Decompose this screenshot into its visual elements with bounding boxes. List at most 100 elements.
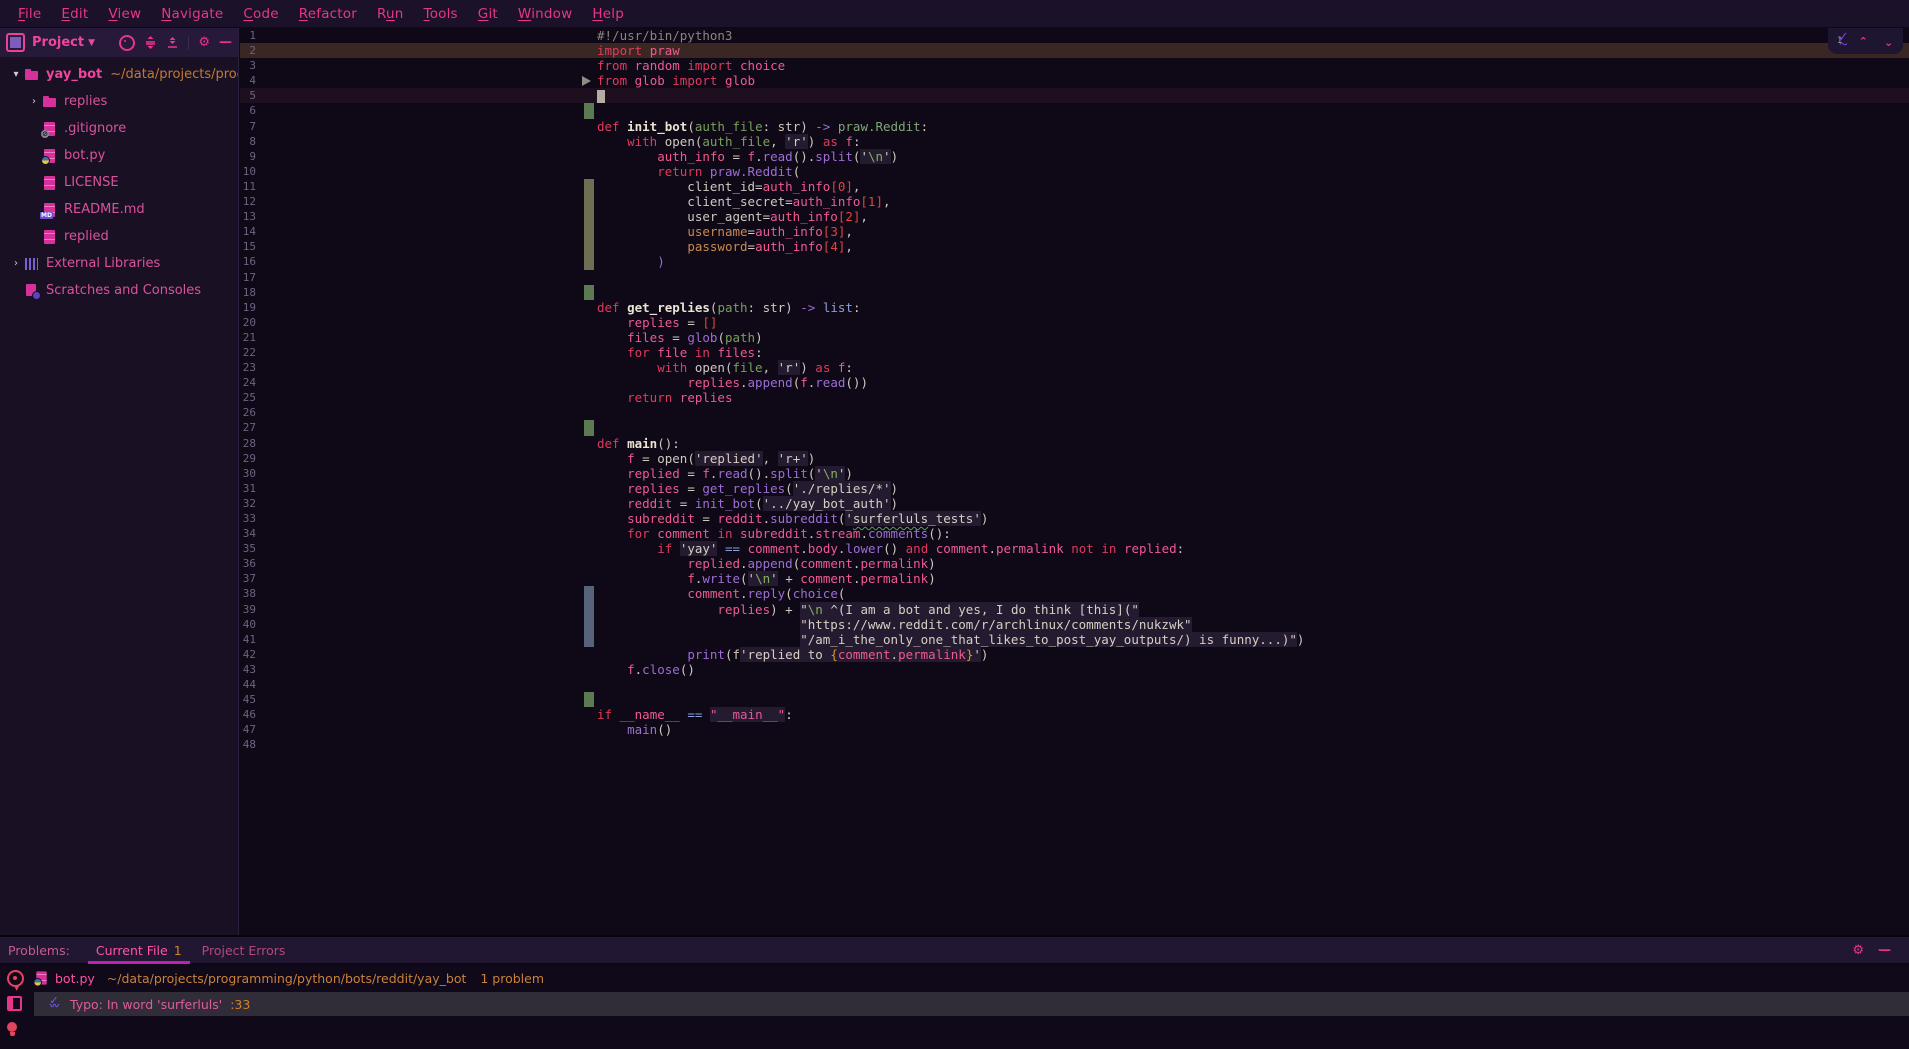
hide-panel-icon[interactable]: —	[1878, 944, 1891, 957]
code-line-33[interactable]: 33 subreddit = reddit.subreddit('surferl…	[240, 511, 1909, 526]
problem-row-selected[interactable]: ✓〰 Typo: In word 'surferluls' :33	[34, 992, 1909, 1016]
vcs-change-bar[interactable]	[584, 285, 594, 300]
code-line-7[interactable]: 7def init_bot(auth_file: str) -> praw.Re…	[240, 119, 1909, 134]
expand-all-icon[interactable]	[144, 36, 157, 49]
hide-panel-icon[interactable]: —	[219, 36, 232, 49]
menu-item-window[interactable]: Window	[508, 6, 582, 22]
code-line-36[interactable]: 36 replied.append(comment.permalink)	[240, 556, 1909, 571]
tree-item-external-libraries[interactable]: ›External Libraries	[0, 250, 238, 277]
preview-panel-icon[interactable]	[7, 996, 22, 1011]
code-line-46[interactable]: 46if __name__ == "__main__":	[240, 707, 1909, 722]
run-marker-icon[interactable]	[582, 76, 591, 86]
quick-fix-bulb-icon[interactable]	[7, 1022, 17, 1032]
code-line-40[interactable]: 40 "https://www.reddit.com/r/archlinux/c…	[240, 617, 1909, 632]
code-line-4[interactable]: 4from glob import glob	[240, 73, 1909, 88]
vcs-change-bar[interactable]	[584, 602, 594, 617]
code-line-17[interactable]: 17	[240, 270, 1909, 285]
code-line-45[interactable]: 45	[240, 692, 1909, 707]
code-line-25[interactable]: 25 return replies	[240, 390, 1909, 405]
chevron-down-icon[interactable]: ▾	[8, 69, 24, 80]
code-line-9[interactable]: 9 auth_info = f.read().split('\n')	[240, 149, 1909, 164]
menu-item-run[interactable]: Run	[367, 6, 414, 22]
code-line-12[interactable]: 12 client_secret=auth_info[1],	[240, 194, 1909, 209]
code-line-37[interactable]: 37 f.write('\n' + comment.permalink)	[240, 571, 1909, 586]
code-line-20[interactable]: 20 replies = []	[240, 315, 1909, 330]
code-line-29[interactable]: 29 f = open('replied', 'r+')	[240, 451, 1909, 466]
locate-file-icon[interactable]	[119, 35, 135, 51]
tree-item-license[interactable]: LICENSE	[0, 169, 238, 196]
vcs-change-bar[interactable]	[584, 420, 594, 435]
code-line-42[interactable]: 42 print(f'replied to {comment.permalink…	[240, 647, 1909, 662]
menu-item-file[interactable]: File	[8, 6, 51, 22]
code-line-32[interactable]: 32 reddit = init_bot('../yay_bot_auth')	[240, 496, 1909, 511]
tree-item-scratches-and-consoles[interactable]: Scratches and Consoles	[0, 277, 238, 304]
vcs-change-bar[interactable]	[584, 239, 594, 254]
code-editor[interactable]: 1#!/usr/bin/python32import praw3from ran…	[240, 28, 1909, 935]
code-line-41[interactable]: 41 "/am_i_the_only_one_that_likes_to_pos…	[240, 632, 1909, 647]
code-line-16[interactable]: 16 )	[240, 254, 1909, 269]
code-line-39[interactable]: 39 replies) + "\n ^(I am a bot and yes, …	[240, 602, 1909, 617]
code-line-11[interactable]: 11 client_id=auth_info[0],	[240, 179, 1909, 194]
problem-file-group[interactable]: bot.py ~/data/projects/programming/pytho…	[34, 966, 544, 990]
vcs-change-bar[interactable]	[584, 586, 594, 601]
settings-gear-icon[interactable]: ⚙	[198, 36, 210, 49]
menu-item-navigate[interactable]: Navigate	[151, 6, 233, 22]
code-line-1[interactable]: 1#!/usr/bin/python3	[240, 28, 1909, 43]
code-line-3[interactable]: 3from random import choice	[240, 58, 1909, 73]
menu-item-edit[interactable]: Edit	[51, 6, 98, 22]
menu-item-git[interactable]: Git	[468, 6, 508, 22]
code-line-13[interactable]: 13 user_agent=auth_info[2],	[240, 209, 1909, 224]
code-line-27[interactable]: 27	[240, 420, 1909, 435]
tree-item-bot-py[interactable]: bot.py	[0, 142, 238, 169]
vcs-change-bar[interactable]	[584, 254, 594, 269]
code-line-44[interactable]: 44	[240, 677, 1909, 692]
vcs-change-bar[interactable]	[584, 224, 594, 239]
menu-item-tools[interactable]: Tools	[414, 6, 468, 22]
code-line-48[interactable]: 48	[240, 737, 1909, 752]
tab-project-errors[interactable]: Project Errors	[192, 937, 296, 964]
code-line-14[interactable]: 14 username=auth_info[3],	[240, 224, 1909, 239]
code-line-26[interactable]: 26	[240, 405, 1909, 420]
tab-current-file[interactable]: Current File1	[86, 937, 192, 964]
prev-problem-icon[interactable]: ⌃	[1859, 35, 1868, 48]
code-line-8[interactable]: 8 with open(auth_file, 'r') as f:	[240, 134, 1909, 149]
chevron-right-icon[interactable]: ›	[8, 258, 24, 269]
code-line-28[interactable]: 28def main():	[240, 436, 1909, 451]
code-line-34[interactable]: 34 for comment in subreddit.stream.comme…	[240, 526, 1909, 541]
code-line-6[interactable]: 6	[240, 103, 1909, 118]
vcs-change-bar[interactable]	[584, 632, 594, 647]
code-line-22[interactable]: 22 for file in files:	[240, 345, 1909, 360]
vcs-change-bar[interactable]	[584, 103, 594, 118]
tree-item-readme-md[interactable]: MDREADME.md	[0, 196, 238, 223]
vcs-change-bar[interactable]	[584, 179, 594, 194]
tree-item-yay-bot[interactable]: ▾yay_bot~/data/projects/progr	[0, 61, 238, 88]
collapse-all-icon[interactable]	[166, 36, 179, 49]
vcs-change-bar[interactable]	[584, 617, 594, 632]
code-line-35[interactable]: 35 if 'yay' == comment.body.lower() and …	[240, 541, 1909, 556]
menu-item-code[interactable]: Code	[233, 6, 288, 22]
menu-item-view[interactable]: View	[98, 6, 151, 22]
code-line-23[interactable]: 23 with open(file, 'r') as f:	[240, 360, 1909, 375]
chevron-right-icon[interactable]: ›	[26, 96, 42, 107]
code-line-31[interactable]: 31 replies = get_replies('./replies/*')	[240, 481, 1909, 496]
code-line-38[interactable]: 38 comment.reply(choice(	[240, 586, 1909, 601]
code-line-2[interactable]: 2import praw	[240, 43, 1909, 58]
tree-item-gitignore[interactable]: ⊘.gitignore	[0, 115, 238, 142]
vcs-change-bar[interactable]	[584, 194, 594, 209]
code-line-10[interactable]: 10 return praw.Reddit(	[240, 164, 1909, 179]
code-line-21[interactable]: 21 files = glob(path)	[240, 330, 1909, 345]
code-line-24[interactable]: 24 replies.append(f.read())	[240, 375, 1909, 390]
code-line-47[interactable]: 47 main()	[240, 722, 1909, 737]
code-line-5[interactable]: 5	[240, 88, 1909, 103]
next-problem-icon[interactable]: ⌃	[1884, 35, 1893, 48]
settings-gear-icon[interactable]: ⚙	[1852, 944, 1864, 957]
vcs-change-bar[interactable]	[584, 692, 594, 707]
menu-item-help[interactable]: Help	[582, 6, 634, 22]
code-line-18[interactable]: 18	[240, 285, 1909, 300]
vcs-change-bar[interactable]	[584, 209, 594, 224]
code-line-15[interactable]: 15 password=auth_info[4],	[240, 239, 1909, 254]
tree-item-replies[interactable]: ›replies	[0, 88, 238, 115]
inspections-widget[interactable]: ✓〜 1 ⌃ ⌃	[1828, 28, 1903, 54]
project-view-selector[interactable]: Project	[32, 35, 84, 50]
code-line-19[interactable]: 19def get_replies(path: str) -> list:	[240, 300, 1909, 315]
